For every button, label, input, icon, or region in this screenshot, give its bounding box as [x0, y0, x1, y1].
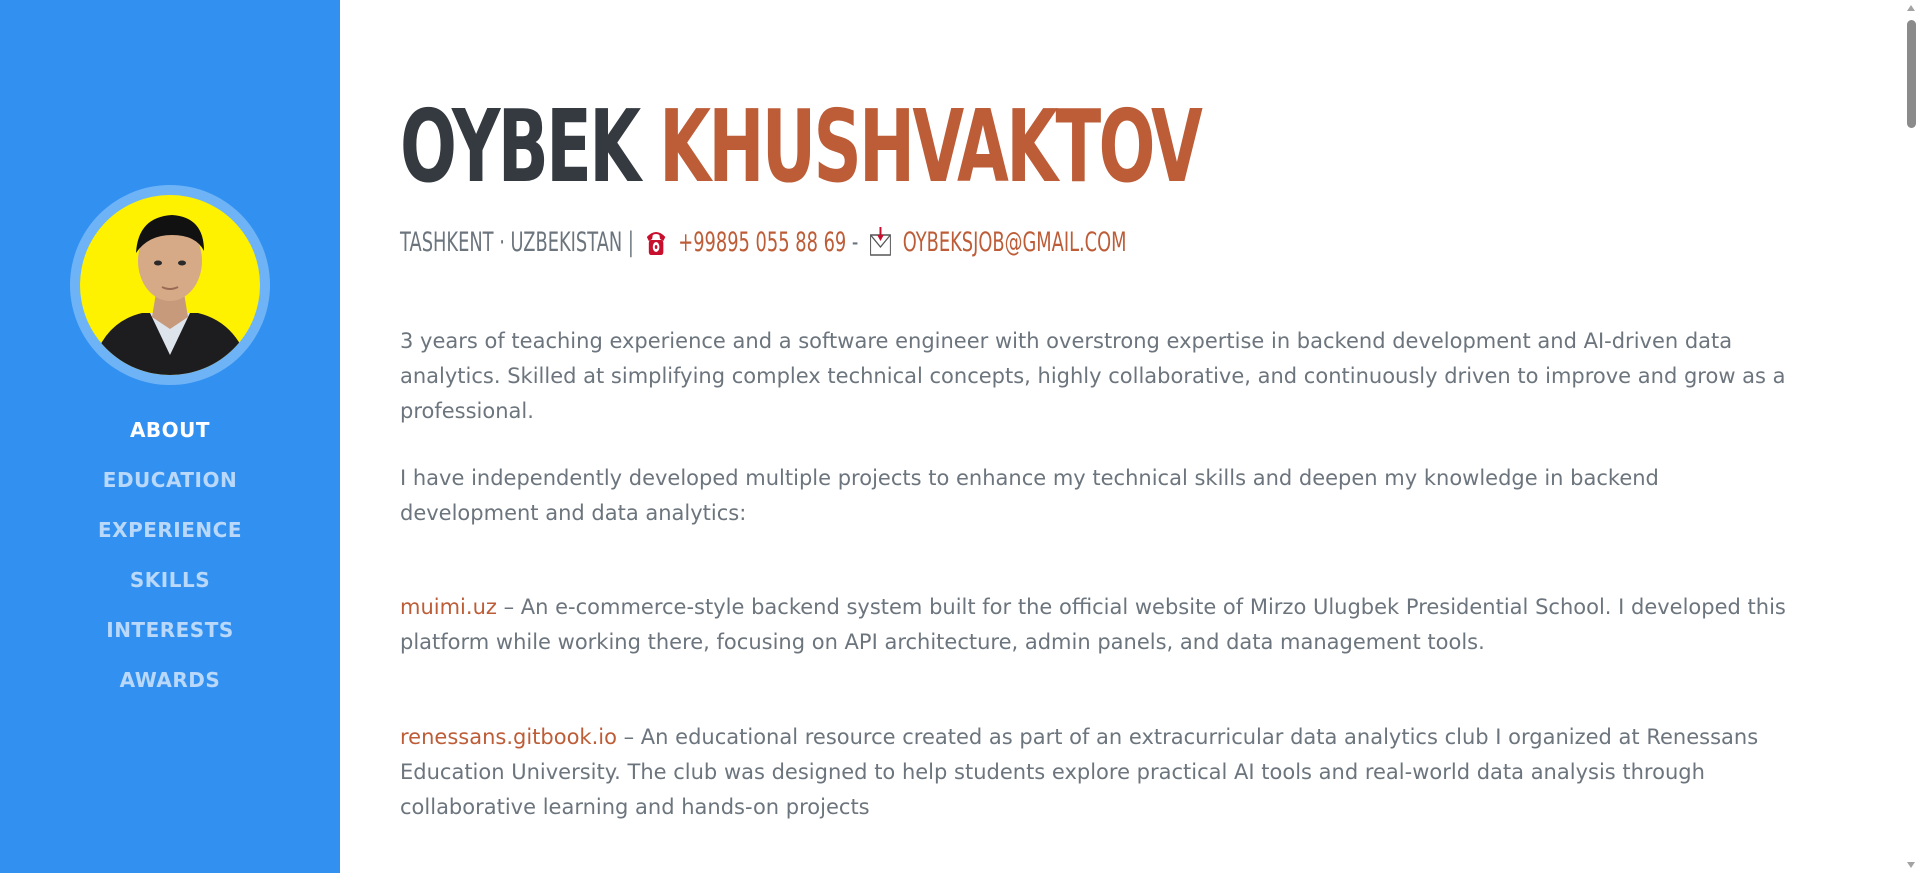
project-description: – An e-commerce-style backend system bui…	[400, 595, 1786, 654]
last-name: KHUSHVAKTOV	[659, 88, 1203, 205]
email-link[interactable]: OYBEKSJOB@GMAIL.COM	[903, 227, 1127, 258]
contact-separator: -	[851, 227, 859, 258]
phone-link[interactable]: +99895 055 88 69	[678, 227, 846, 258]
about-intro: 3 years of teaching experience and a sof…	[400, 329, 1786, 423]
projects-intro: I have independently developed multiple …	[400, 466, 1659, 525]
first-name: OYBEK	[400, 88, 641, 205]
nav-item-education[interactable]: EDUCATION	[0, 455, 340, 505]
location-text: TASHKENT · UZBEKISTAN |	[400, 227, 634, 258]
project-item: renessans.gitbook.io – An educational re…	[400, 720, 1795, 825]
nav-item-experience[interactable]: EXPERIENCE	[0, 505, 340, 555]
nav-item-awards[interactable]: AWARDS	[0, 655, 340, 705]
envelope-icon	[869, 227, 891, 267]
telephone-icon	[645, 227, 667, 267]
avatar-photo	[80, 195, 260, 375]
person-portrait-icon	[90, 215, 252, 375]
scroll-thumb[interactable]	[1907, 20, 1916, 128]
sidebar: ABOUT EDUCATION EXPERIENCE SKILLS INTERE…	[0, 0, 340, 873]
page-title: OYBEK KHUSHVAKTOV	[400, 92, 1203, 202]
project-item: muimi.uz – An e-commerce-style backend s…	[400, 590, 1795, 660]
nav-item-interests[interactable]: INTERESTS	[0, 605, 340, 655]
nav-item-about[interactable]: ABOUT	[0, 405, 340, 455]
scroll-down-arrow-icon[interactable]	[1907, 862, 1915, 868]
nav-item-skills[interactable]: SKILLS	[0, 555, 340, 605]
vertical-scrollbar[interactable]	[1903, 0, 1919, 873]
scroll-up-arrow-icon[interactable]	[1907, 5, 1915, 11]
project-link-muimi[interactable]: muimi.uz	[400, 595, 497, 619]
sidebar-nav: ABOUT EDUCATION EXPERIENCE SKILLS INTERE…	[0, 405, 340, 705]
profile-avatar	[70, 185, 270, 385]
project-link-renessans[interactable]: renessans.gitbook.io	[400, 725, 617, 749]
contact-line: TASHKENT · UZBEKISTAN | +99895 055 88 69…	[400, 225, 1127, 267]
